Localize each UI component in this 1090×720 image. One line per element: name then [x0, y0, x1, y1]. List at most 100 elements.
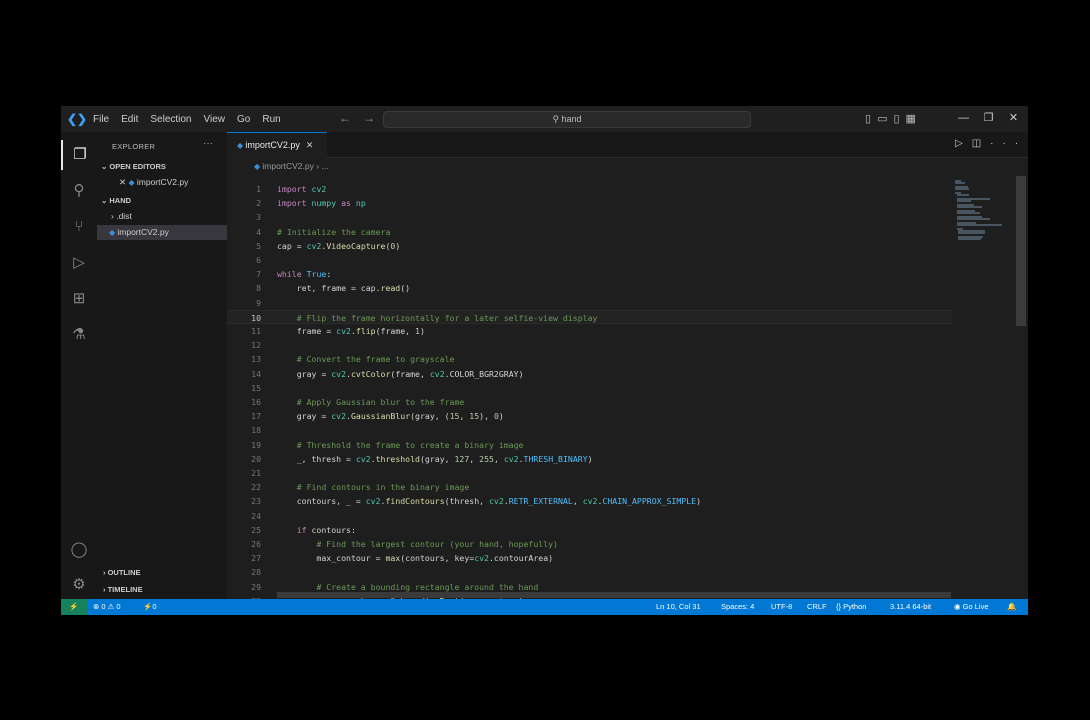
outline-section[interactable]: › OUTLINE — [103, 568, 141, 577]
cursor-position[interactable]: Ln 10, Col 31 — [656, 599, 701, 615]
testing-icon[interactable]: ⚗ — [61, 320, 97, 350]
menu-file[interactable]: File — [93, 114, 109, 125]
code-line[interactable]: 7 while True: — [227, 267, 952, 281]
line-number: 29 — [251, 581, 261, 592]
code-line[interactable]: 6 — [227, 253, 952, 267]
more-actions-icon[interactable]: ··· — [203, 138, 213, 149]
toggle-secondary-sidebar-icon[interactable]: ▯ — [893, 113, 905, 125]
code-line[interactable]: 11 frame = cv2.flip(frame, 1) — [227, 324, 952, 338]
more-actions-icon[interactable]: ··· — [990, 138, 1027, 149]
code-line[interactable]: 21 — [227, 466, 952, 480]
language-status[interactable]: {} Python — [836, 599, 866, 615]
minimize-icon[interactable]: — — [951, 112, 976, 124]
code-line[interactable]: 16 # Apply Gaussian blur to the frame — [227, 395, 952, 409]
code-line[interactable]: 20 _, thresh = cv2.threshold(gray, 127, … — [227, 452, 952, 466]
folder-item-dist[interactable]: › .dist — [97, 209, 227, 224]
minimap[interactable] — [952, 176, 1010, 356]
command-center-search[interactable]: ⚲ hand — [383, 111, 751, 128]
menu-selection[interactable]: Selection — [150, 114, 191, 125]
gear-icon[interactable]: ⚙ — [61, 570, 97, 600]
minimap-line — [956, 212, 980, 214]
menu-view[interactable]: View — [204, 114, 226, 125]
indentation-status[interactable]: Spaces: 4 — [721, 599, 754, 615]
open-editors-section[interactable]: ⌄ OPEN EDITORS — [101, 162, 166, 171]
code-line[interactable]: 10 # Flip the frame horizontally for a l… — [227, 309, 952, 324]
code-line[interactable]: 15 — [227, 381, 952, 395]
title-bar: ❮❯ File Edit Selection View Go Run ← → ⚲ … — [61, 106, 1028, 132]
code-line[interactable]: 13 # Convert the frame to grayscale — [227, 352, 952, 366]
code-text: ret, frame = cap.read() — [277, 283, 411, 294]
menu-run[interactable]: Run — [262, 114, 280, 125]
code-line[interactable]: 23 contours, _ = cv2.findContours(thresh… — [227, 494, 952, 508]
folder-hand-section[interactable]: ⌄ HAND — [101, 196, 131, 205]
code-text: # Convert the frame to grayscale — [296, 354, 455, 365]
code-line[interactable]: 25 if contours: — [227, 523, 952, 537]
editor-actions: ▷◫··· — [955, 138, 1027, 149]
breadcrumb-file[interactable]: importCV2.py — [262, 161, 314, 171]
code-line[interactable]: 22 # Find contours in the binary image — [227, 480, 952, 494]
interpreter-status[interactable]: 3.11.4 64-bit — [890, 599, 931, 615]
split-editor-icon[interactable]: ◫ — [972, 138, 990, 149]
encoding-status[interactable]: UTF-8 — [771, 599, 792, 615]
notifications-bell-icon[interactable]: 🔔 — [1007, 599, 1016, 615]
go-live-status[interactable]: ◉ Go Live — [954, 599, 989, 615]
problems-status[interactable]: ⊗ 0 ⚠ 0 — [93, 599, 121, 615]
code-line[interactable]: 12 — [227, 338, 952, 352]
menu-go[interactable]: Go — [237, 114, 250, 125]
vertical-scrollbar[interactable] — [1016, 176, 1026, 326]
search-icon[interactable]: ⚲ — [61, 176, 97, 206]
run-file-icon[interactable]: ▷ — [955, 138, 972, 149]
broadcast-icon: ◉ — [954, 602, 963, 611]
code-line[interactable]: 8 ret, frame = cap.read() — [227, 281, 952, 295]
account-icon[interactable]: ◯ — [61, 535, 97, 565]
restore-icon[interactable]: ❐ — [976, 111, 1001, 124]
eol-status[interactable]: CRLF — [807, 599, 827, 615]
menu-edit[interactable]: Edit — [121, 114, 138, 125]
minimap-line — [956, 200, 971, 202]
code-line[interactable]: 18 — [227, 423, 952, 437]
toggle-panel-icon[interactable]: ▭ — [877, 113, 893, 125]
code-line[interactable]: 9 — [227, 296, 952, 310]
source-control-icon[interactable]: ⑂ — [61, 212, 97, 242]
open-editor-item[interactable]: ✕ ◆ importCV2.py — [97, 175, 227, 190]
horizontal-scrollbar[interactable] — [277, 592, 951, 598]
customize-layout-icon[interactable]: ▦ — [906, 113, 922, 125]
run-debug-icon[interactable]: ▷ — [61, 248, 97, 278]
timeline-section[interactable]: › TIMELINE — [103, 585, 143, 594]
close-icon[interactable]: ✕ — [1001, 111, 1026, 124]
code-text: _, thresh = cv2.threshold(gray, 127, 255… — [277, 453, 593, 464]
code-editor[interactable]: 1 import cv2 2 import numpy as np 3 4 # Initia… — [227, 176, 952, 599]
remote-icon[interactable]: ⚡ — [61, 599, 87, 615]
code-line[interactable]: 1 import cv2 — [227, 182, 952, 196]
explorer-icon[interactable]: ❐ — [61, 140, 97, 170]
extensions-icon[interactable]: ⊞ — [61, 284, 97, 314]
toggle-sidebar-icon[interactable]: ▯ — [865, 113, 877, 125]
code-text: gray = cv2.GaussianBlur(gray, (15, 15), … — [277, 411, 504, 422]
code-line[interactable]: 24 — [227, 509, 952, 523]
file-item-importcv2[interactable]: ◆ importCV2.py — [97, 225, 227, 240]
breadcrumb-rest[interactable]: ... — [321, 161, 328, 171]
code-line[interactable]: 26 # Find the largest contour (your hand… — [227, 537, 952, 551]
code-line[interactable]: 5 cap = cv2.VideoCapture(0) — [227, 239, 952, 253]
line-number: 21 — [251, 468, 261, 478]
back-arrow-icon[interactable]: ← — [339, 111, 351, 125]
code-line[interactable]: 3 — [227, 210, 952, 224]
editor-tabs: ◆ importCV2.py ✕ ▷◫··· — [227, 132, 1028, 158]
code-line[interactable]: 28 — [227, 565, 952, 579]
code-line[interactable]: 17 gray = cv2.GaussianBlur(gray, (15, 15… — [227, 409, 952, 423]
code-text: cap = cv2.VideoCapture(0) — [277, 240, 401, 251]
code-line[interactable]: 19 # Threshold the frame to create a bin… — [227, 438, 952, 452]
ports-status[interactable]: ⚡0 — [143, 599, 157, 615]
menu-bar: File Edit Selection View Go Run — [93, 106, 293, 132]
forward-arrow-icon[interactable]: → — [363, 111, 375, 125]
close-tab-icon[interactable]: ✕ — [306, 140, 314, 150]
line-number: 22 — [251, 482, 261, 493]
code-text: # Threshold the frame to create a binary… — [296, 439, 524, 450]
code-line[interactable]: 14 gray = cv2.cvtColor(frame, cv2.COLOR_… — [227, 367, 952, 381]
vscode-window: ❮❯ File Edit Selection View Go Run ← → ⚲ … — [61, 106, 1028, 615]
code-line[interactable]: 4 # Initialize the camera — [227, 225, 952, 239]
code-line[interactable]: 27 max_contour = max(contours, key=cv2.c… — [227, 551, 952, 565]
line-number: 27 — [251, 553, 261, 564]
code-line[interactable]: 2 import numpy as np — [227, 196, 952, 210]
tab-importcv2[interactable]: ◆ importCV2.py ✕ — [227, 132, 327, 158]
